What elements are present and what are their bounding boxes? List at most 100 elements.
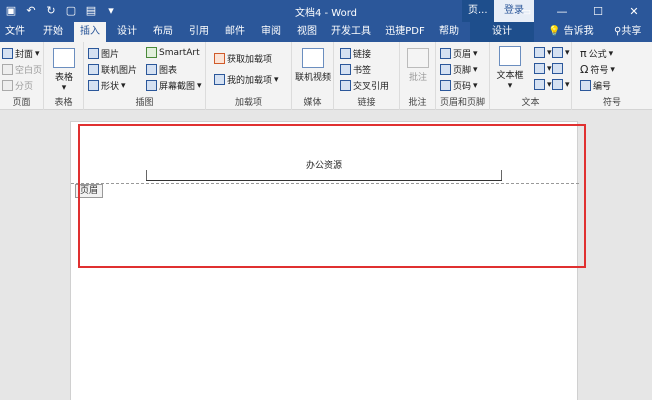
drop-cap-icon [534, 79, 545, 90]
group-label: 媒体 [303, 98, 322, 108]
table-button[interactable]: 表格 ▾ [50, 48, 78, 93]
tell-me-search[interactable]: 💡 告诉我 [548, 22, 594, 42]
screenshot-icon [146, 80, 157, 91]
close-icon[interactable]: ✕ [616, 0, 652, 22]
date-time-button[interactable] [552, 63, 563, 74]
comment-icon [407, 48, 429, 68]
tab-header-footer-design[interactable]: 设计 [470, 22, 534, 42]
video-icon [302, 48, 324, 68]
my-addins-icon [214, 74, 225, 85]
store-icon [214, 53, 225, 64]
signature-icon [552, 47, 563, 58]
ribbon-tab-bar: 文件 开始 插入 设计 布局 引用 邮件 审阅 视图 开发工具 迅捷PDF 帮助… [0, 22, 652, 42]
numbering-button[interactable]: 编号 [580, 79, 611, 92]
group-label: 加载项 [234, 98, 262, 108]
wordart-icon [534, 63, 545, 74]
group-media: 联机视频 媒体 [292, 42, 334, 110]
group-symbols: π 公式 ▾ Ω 符号 ▾ 编号 符号 [572, 42, 652, 110]
get-addins-button[interactable]: 获取加载项 [214, 52, 272, 65]
title-bar: ▣ ↶ ↻ ▢ ▤ ▾ 文档4 - Word 页... 登录 ▭ — ☐ ✕ [0, 0, 652, 22]
group-label: 表格 [54, 98, 73, 108]
lightbulb-icon: 💡 [548, 26, 561, 37]
chart-icon [146, 64, 157, 75]
group-label: 链接 [357, 98, 376, 108]
bookmark-button[interactable]: 书签 [340, 63, 371, 76]
link-button[interactable]: 链接 [340, 47, 371, 60]
group-text: 文本框 ▾ ▾ ▾ ▾ ▾ ▾ 文本 [490, 42, 572, 110]
group-label: 页眉和页脚 [439, 98, 485, 108]
equation-button[interactable]: π 公式 ▾ [580, 47, 613, 60]
page-number-button[interactable]: 页码 ▾ [440, 79, 478, 92]
ribbon: 封面 ▾ 空白页 分页 页面 表格 ▾ 表格 图片 SmartArt 联机图片 图表… [0, 42, 652, 110]
numbering-icon [580, 80, 591, 91]
object-button[interactable]: ▾ [552, 79, 570, 90]
context-tab-group-label: 页... [462, 0, 494, 22]
smartart-button[interactable]: SmartArt [146, 47, 200, 58]
page-break-button[interactable]: 分页 [2, 79, 33, 92]
tab-layout[interactable]: 布局 [148, 22, 178, 42]
group-label: 插图 [135, 98, 154, 108]
group-illustrations: 图片 SmartArt 联机图片 图表 形状 ▾ 屏幕截图 ▾ 插图 [84, 42, 206, 110]
cross-reference-icon [340, 80, 351, 91]
tab-file[interactable]: 文件 [2, 22, 28, 42]
highlight-box [78, 124, 586, 268]
drop-cap-button[interactable]: ▾ [534, 79, 552, 90]
tab-review[interactable]: 审阅 [256, 22, 286, 42]
group-comments: 批注 批注 [400, 42, 436, 110]
pi-icon: π [580, 47, 587, 60]
shapes-button[interactable]: 形状 ▾ [88, 79, 126, 92]
page-break-icon [2, 80, 13, 91]
shapes-icon [88, 80, 99, 91]
group-label: 文本 [521, 98, 540, 108]
screenshot-button[interactable]: 屏幕截图 ▾ [146, 79, 202, 92]
share-button[interactable]: ⚲共享 [614, 22, 641, 42]
header-icon [440, 48, 451, 59]
signature-line-button[interactable]: ▾ [552, 47, 570, 58]
date-time-icon [552, 63, 563, 74]
minimize-icon[interactable]: — [544, 0, 580, 22]
blank-page-button[interactable]: 空白页 [2, 63, 42, 76]
tab-view[interactable]: 视图 [292, 22, 322, 42]
picture-icon [88, 48, 99, 59]
tab-help[interactable]: 帮助 [434, 22, 464, 42]
tab-mailings[interactable]: 邮件 [220, 22, 250, 42]
smartart-icon [146, 47, 157, 58]
page-number-icon [440, 80, 451, 91]
tab-design[interactable]: 设计 [112, 22, 142, 42]
group-addins: 获取加载项 我的加载项 ▾ 加载项 [206, 42, 292, 110]
online-video-button[interactable]: 联机视频 [294, 48, 332, 83]
omega-icon: Ω [580, 63, 589, 76]
group-label: 批注 [408, 98, 427, 108]
cross-reference-button[interactable]: 交叉引用 [340, 79, 389, 92]
pictures-button[interactable]: 图片 [88, 47, 119, 60]
tab-developer[interactable]: 开发工具 [328, 22, 374, 42]
tab-insert[interactable]: 插入 [74, 22, 106, 42]
header-button[interactable]: 页眉 ▾ [440, 47, 478, 60]
tab-references[interactable]: 引用 [184, 22, 214, 42]
maximize-icon[interactable]: ☐ [580, 0, 616, 22]
symbol-button[interactable]: Ω 符号 ▾ [580, 63, 615, 76]
chart-button[interactable]: 图表 [146, 63, 177, 76]
my-addins-button[interactable]: 我的加载项 ▾ [214, 73, 279, 86]
tab-home[interactable]: 开始 [38, 22, 68, 42]
bookmark-icon [340, 64, 351, 75]
object-icon [552, 79, 563, 90]
footer-icon [440, 64, 451, 75]
group-tables: 表格 ▾ 表格 [44, 42, 84, 110]
tab-pdf[interactable]: 迅捷PDF [380, 22, 430, 42]
group-label: 符号 [602, 98, 621, 108]
quick-parts-button[interactable]: ▾ [534, 47, 552, 58]
blank-page-icon [2, 64, 13, 75]
quick-parts-icon [534, 47, 545, 58]
comment-button[interactable]: 批注 [403, 48, 433, 83]
wordart-button[interactable]: ▾ [534, 63, 552, 74]
ribbon-display-icon[interactable]: ▭ [508, 0, 544, 22]
cover-page-icon [2, 48, 13, 59]
cover-page-button[interactable]: 封面 ▾ [2, 47, 40, 60]
text-box-button[interactable]: 文本框 ▾ [492, 46, 528, 91]
online-pictures-button[interactable]: 联机图片 [88, 63, 137, 76]
online-picture-icon [88, 64, 99, 75]
footer-button[interactable]: 页脚 ▾ [440, 63, 478, 76]
group-links: 链接 书签 交叉引用 链接 [334, 42, 400, 110]
text-box-icon [499, 46, 521, 66]
